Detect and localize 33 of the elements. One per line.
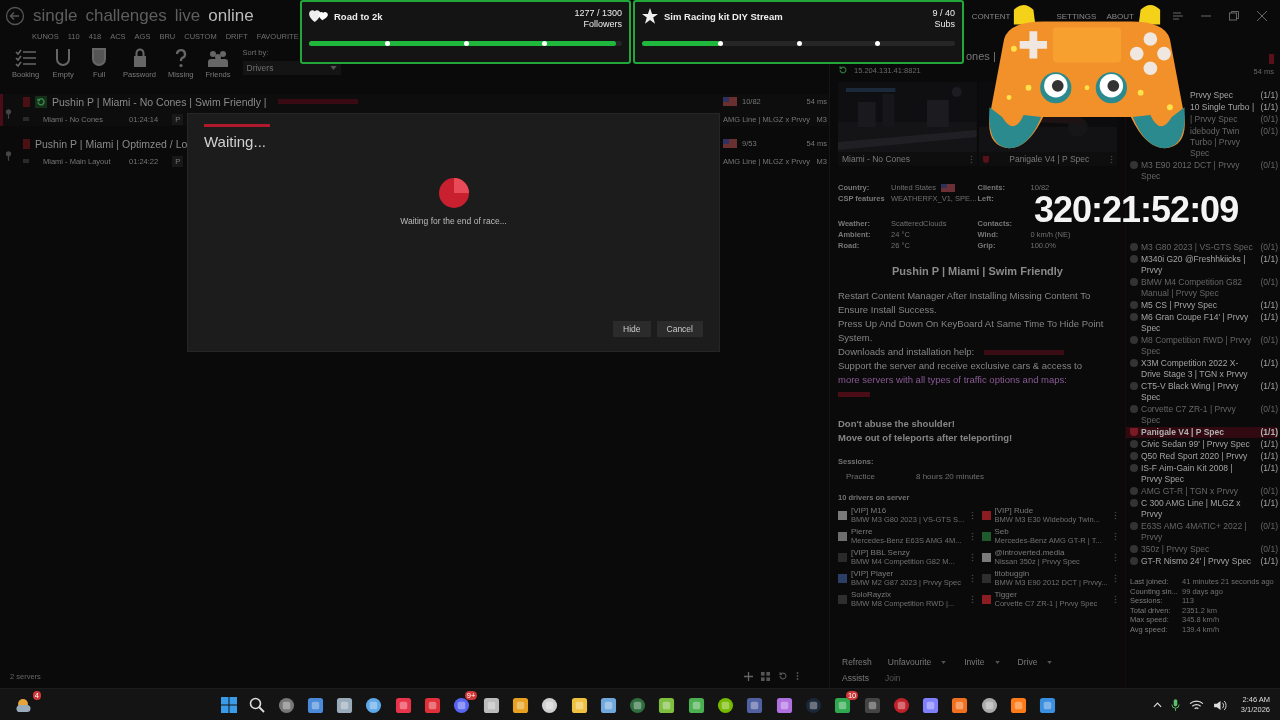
goal-title: Road to 2k [334,11,383,22]
driver-name: @introverted.media [994,548,1066,557]
description-text: Press Up And Down On KeyBoard At Same Time To Hide Point System. [838,317,1105,345]
session-duration: 8 hours 20 minutes [916,472,985,481]
warning-text: Move out of teleports after teleporting! [838,431,1014,445]
session-name: Practice [846,472,876,481]
goal-count: 1277 / 1300 [574,8,622,18]
driver-name: [VIP] Rude [994,506,1035,515]
driver-name: [VIP] Player [851,569,895,578]
description-text: Downloads and installation help: [838,345,975,359]
driver-name: Seb [994,527,1010,536]
driver-name: titobuggin [994,569,1031,578]
driver-name: [VIP] BBL Senzy [851,548,911,557]
dialog-title: Waiting... [204,133,266,150]
driver-name: [VIP] M16 [851,506,888,515]
server-name: Pushin P | Miami - No Cones | Swim Friendly | [52,95,267,108]
goal-count: 9 / 40 [932,8,955,18]
description-text: Restart Content Manager After Installing Missing Content To Ensure Install Success. [838,289,1092,317]
dialog-message: Waiting for the end of race... [400,216,507,226]
goal-title: Sim Racing kit DIY Stream [664,11,783,22]
goal-unit: Followers [583,19,622,29]
driver-name: Tigger [994,590,1018,599]
driver-name: SoloRayzix [851,590,892,599]
track-name: Miami - No Cones [842,154,911,164]
server-name: Pushin P | Miami | Optimzed / Lo [35,137,188,150]
description-text: Support the server and receive exclusive cars & access to more servers with all types of traffic options and maps: [838,359,1082,387]
server-title: Pushin P | Miami | Swim Friendly [891,265,1064,277]
server-title: ones | [966,50,996,62]
car-name: Panigale V4 | P Spec [1009,154,1090,164]
driver-name: Pierre [851,527,874,536]
goal-unit: Subs [934,19,955,29]
warning-text: Don't abuse the shoulder! [838,417,956,431]
countdown-timer: 320:21:52:09 [1034,193,1239,227]
